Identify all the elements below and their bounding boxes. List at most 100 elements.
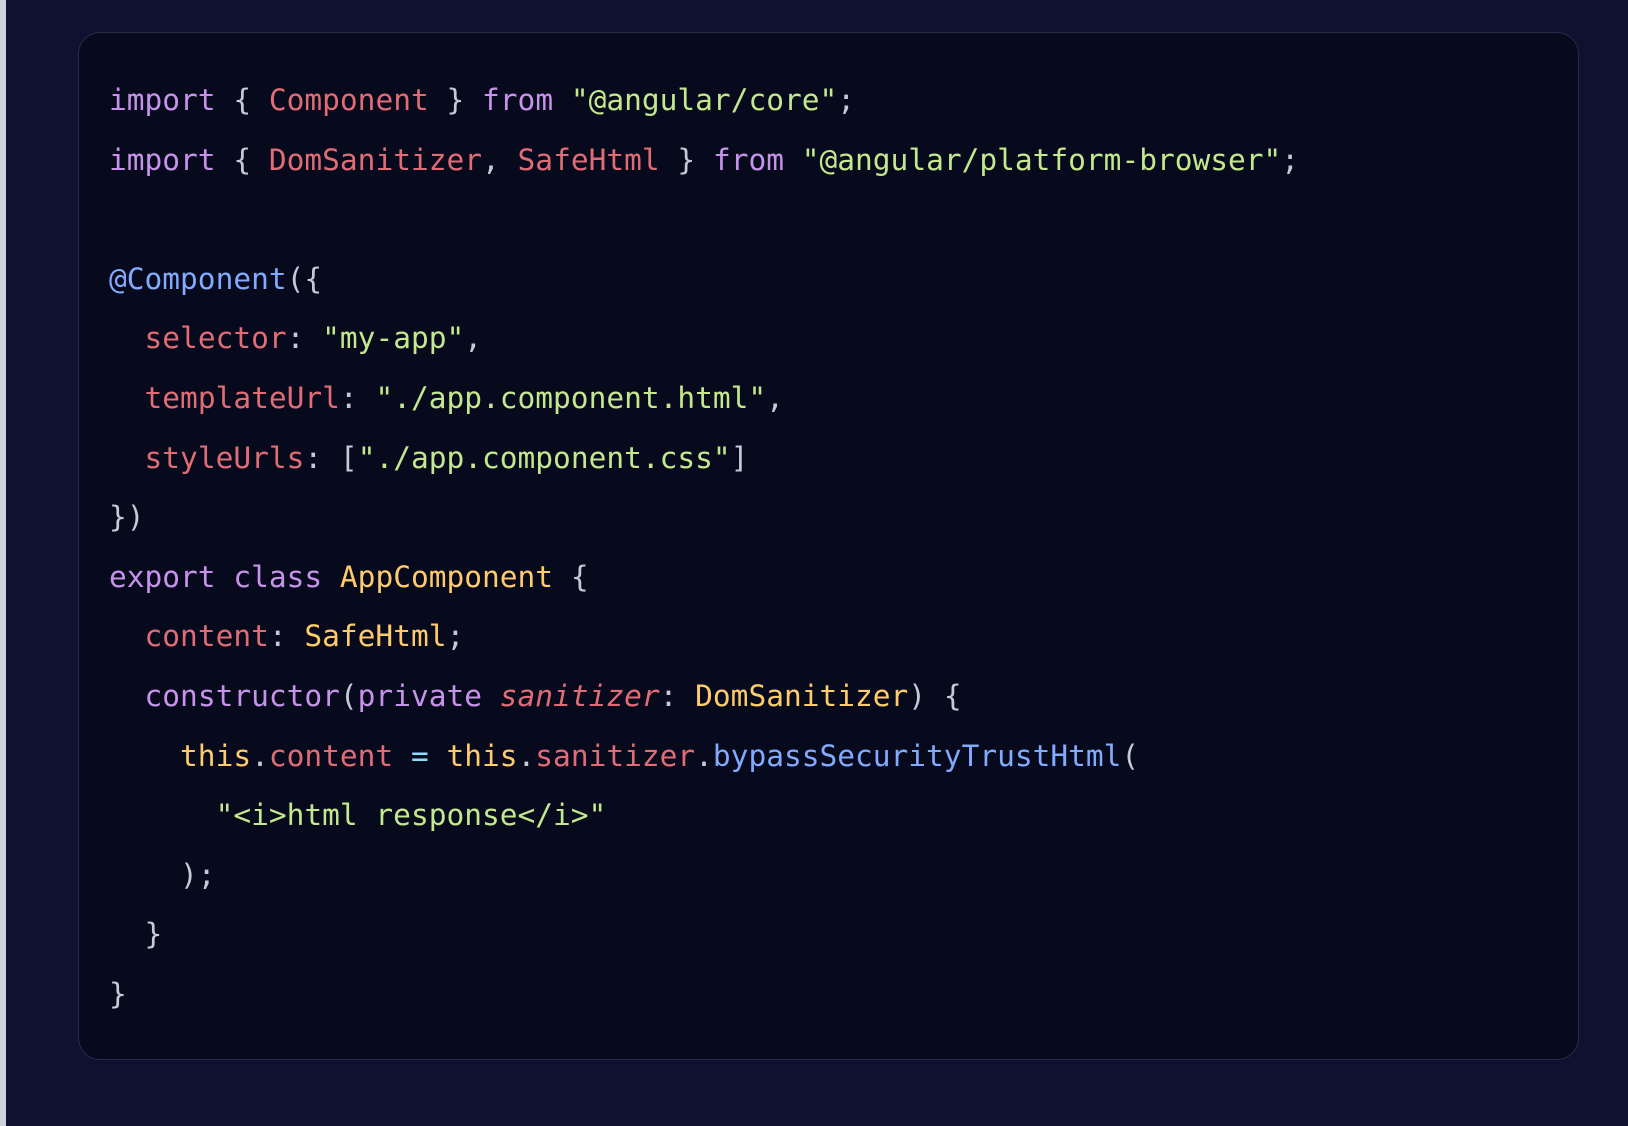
code-token: styleUrls [144, 440, 305, 475]
code-token: ( [339, 678, 358, 713]
code-token: this [446, 738, 518, 773]
code-token: { [233, 83, 252, 117]
code-token: : [659, 678, 696, 713]
code-block-card: import { Component } from "@angular/core… [78, 32, 1579, 1060]
code-line: ); [109, 846, 1578, 906]
code-token: : [ [304, 440, 358, 475]
code-token: private [357, 678, 482, 713]
code-line: @Component({ [109, 250, 1578, 310]
code-line: content: SafeHtml; [109, 607, 1578, 667]
code-token: templateUrl [144, 380, 340, 415]
code-token: ({ [286, 261, 323, 296]
code-token: ] [730, 440, 749, 475]
code-token: ; [446, 619, 465, 654]
code-token: . [695, 738, 713, 773]
code-token: , [482, 142, 500, 177]
code-token: constructor [144, 678, 340, 713]
code-token: DomSanitizer [268, 142, 483, 177]
code-token: AppComponent [339, 559, 554, 594]
code-token: . [517, 738, 536, 773]
code-token: { [570, 559, 589, 594]
code-token: = [410, 738, 429, 773]
code-line: selector: "my-app", [109, 309, 1578, 369]
code-token: : [286, 321, 323, 356]
code-line: }) [109, 488, 1578, 548]
code-token: sanitizer [535, 738, 696, 773]
code-line: templateUrl: "./app.component.html", [109, 369, 1578, 429]
code-token: class [233, 559, 323, 594]
code-token: SafeHtml [304, 619, 447, 654]
code-token: from [712, 142, 784, 177]
code-token: content [144, 619, 269, 654]
code-token: "<i>html response</i>" [215, 798, 607, 833]
code-line: } [109, 905, 1578, 965]
code-token: . [251, 738, 269, 773]
code-line: import { DomSanitizer, SafeHtml } from "… [109, 131, 1578, 191]
code-token: } [677, 142, 696, 177]
code-token: bypassSecurityTrustHtml [712, 738, 1122, 773]
code-line: constructor(private sanitizer: DomSaniti… [109, 667, 1578, 727]
code-token: { [233, 142, 252, 177]
code-token: export [109, 559, 216, 594]
code-token: from [482, 83, 554, 117]
code-token: , [464, 321, 483, 356]
code-token: , [766, 380, 784, 415]
code-token: ); [180, 857, 216, 892]
code-token: ) [908, 678, 944, 713]
code-token: content [268, 738, 394, 773]
code-content[interactable]: import { Component } from "@angular/core… [109, 71, 1578, 1025]
code-token: this [180, 738, 252, 773]
code-token: SafeHtml [517, 142, 660, 177]
code-line: import { Component } from "@angular/core… [109, 71, 1578, 131]
code-token: }) [109, 500, 145, 535]
code-line: "<i>html response</i>" [109, 786, 1578, 846]
code-token: DomSanitizer [695, 678, 909, 713]
code-token: { [943, 678, 962, 713]
code-token: import [109, 83, 216, 117]
code-token: "@angular/platform-browser" [801, 142, 1282, 177]
code-line: export class AppComponent { [109, 548, 1578, 608]
code-line: this.content = this.sanitizer.bypassSecu… [109, 727, 1578, 787]
code-token: } [446, 83, 465, 117]
code-token: } [144, 917, 163, 952]
code-token: ; [1281, 142, 1300, 177]
code-token: import [109, 142, 216, 177]
code-token: } [109, 976, 127, 1011]
code-token: ; [837, 83, 856, 117]
code-token: "my-app" [322, 321, 465, 356]
code-token: "@angular/core" [570, 83, 838, 117]
code-token: "./app.component.css" [357, 440, 731, 475]
code-line: } [109, 965, 1578, 1025]
code-token: Component [268, 83, 429, 117]
code-token: "./app.component.html" [375, 380, 767, 415]
page-background: import { Component } from "@angular/core… [6, 0, 1628, 1126]
code-token: ( [1121, 738, 1140, 773]
code-token: @Component [109, 261, 287, 296]
code-token: selector [144, 321, 287, 356]
code-token: : [268, 619, 305, 654]
code-token: : [339, 380, 376, 415]
